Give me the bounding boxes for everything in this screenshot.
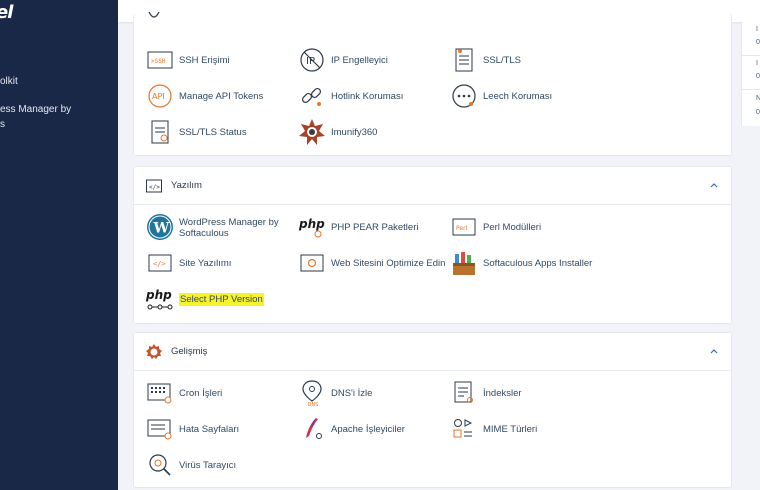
php-version-icon: php	[146, 285, 174, 313]
cpanel-logo[interactable]: el	[0, 2, 13, 23]
ip-block-icon: IP	[298, 46, 326, 74]
advanced-panel-header[interactable]: Gelişmiş	[134, 333, 731, 371]
cron-icon	[146, 379, 174, 407]
code-icon: </>	[146, 249, 174, 277]
stat-value: 0	[756, 73, 760, 80]
svg-text:W: W	[153, 221, 170, 237]
wordpress-manager-label: WordPress Manager by Softaculous	[179, 217, 279, 239]
manage-api-tokens-label: Manage API Tokens	[179, 91, 264, 102]
stat-value: 0	[756, 109, 760, 116]
chevron-up-icon[interactable]	[709, 180, 719, 190]
security-panel-icon	[148, 12, 160, 18]
track-dns-label: DNS'i İzle	[331, 388, 373, 399]
ssl-tls-label: SSL/TLS	[483, 55, 522, 66]
svg-text:php: php	[146, 288, 172, 302]
imunify360-label: Imunify360	[331, 127, 378, 138]
svg-text:.DNS: .DNS	[306, 402, 318, 407]
hotlink-protection-label: Hotlink Koruması	[331, 91, 404, 102]
ssl-status-icon	[146, 118, 174, 146]
mime-types-label: MIME Türleri	[483, 424, 538, 435]
ssh-icon: >SSH	[146, 46, 174, 74]
svg-text:API: API	[152, 92, 165, 101]
stat-label: I	[756, 26, 758, 33]
api-icon: API	[146, 82, 174, 110]
mime-icon	[450, 415, 478, 443]
optimize-website-label: Web Sitesini Optimize Edin	[331, 258, 446, 269]
php-pear-label: PHP PEAR Paketleri	[331, 222, 419, 233]
sidebar-item-toolkit[interactable]: olkit	[0, 76, 18, 87]
imunify-icon	[298, 118, 326, 146]
error-pages-icon	[146, 415, 174, 443]
indexes-label: İndeksler	[483, 388, 522, 399]
ssl-tls-status-label: SSL/TLS Status	[179, 127, 247, 138]
dns-icon: .DNS	[298, 379, 326, 407]
svg-text:>SSH: >SSH	[151, 58, 166, 65]
gear-icon	[146, 344, 162, 359]
softaculous-installer-label: Softaculous Apps Installer	[483, 258, 593, 269]
ip-blocker-label: IP Engelleyici	[331, 55, 388, 66]
svg-text:php: php	[298, 217, 325, 231]
apache-handlers-label: Apache İşleyiciler	[331, 424, 405, 435]
link-icon	[298, 82, 326, 110]
virus-scanner-label: Virüs Tarayıcı	[179, 460, 237, 471]
wordpress-icon: W	[146, 213, 174, 241]
advanced-panel: Gelişmiş Cron İşleri .DNS DNS'i İzle İnd…	[133, 332, 732, 488]
site-software-label: Site Yazılımı	[179, 258, 232, 269]
softaculous-icon	[450, 249, 478, 277]
stats-widget: I 0 I 0 N 0	[741, 22, 760, 126]
chevron-up-icon[interactable]	[709, 346, 719, 356]
perl-icon: Perl	[450, 213, 478, 241]
php-pear-icon: php	[298, 213, 326, 241]
software-panel-header[interactable]: </> Yazılım	[134, 167, 731, 205]
optimize-icon	[298, 249, 326, 277]
stat-label: N	[756, 95, 760, 102]
highlight-mark: Select PHP Version	[179, 293, 264, 306]
security-panel: >SSH SSH Erişimi IP IP Engelleyici SSL/T…	[133, 12, 732, 156]
ssl-icon	[450, 46, 478, 74]
cron-jobs-label: Cron İşleri	[179, 388, 223, 399]
ssh-access-label: SSH Erişimi	[179, 55, 230, 66]
perl-modules-label: Perl Modülleri	[483, 222, 542, 233]
advanced-section-title: Gelişmiş	[171, 346, 208, 357]
sidebar: el olkit ess Manager by s	[0, 0, 118, 490]
virus-icon	[146, 451, 174, 479]
software-panel: </> Yazılım W WordPress Manager by Softa…	[133, 166, 732, 324]
stat-value: 0	[756, 39, 760, 46]
svg-text:</>: </>	[153, 260, 166, 268]
apache-icon	[298, 415, 326, 443]
software-section-title: Yazılım	[171, 180, 202, 191]
select-php-version-label: Select PHP Version	[179, 293, 264, 306]
svg-text:Perl: Perl	[456, 225, 468, 232]
leech-protection-label: Leech Koruması	[483, 91, 553, 102]
leech-icon	[450, 82, 478, 110]
stat-label: I	[756, 60, 758, 67]
svg-text:</>: </>	[149, 184, 160, 191]
sidebar-item-wordpress-manager[interactable]: ess Manager by	[0, 104, 71, 115]
software-section-icon: </>	[146, 179, 162, 193]
index-icon	[450, 379, 478, 407]
sidebar-item-wordpress-manager-cont[interactable]: s	[0, 119, 5, 130]
error-pages-label: Hata Sayfaları	[179, 424, 240, 435]
